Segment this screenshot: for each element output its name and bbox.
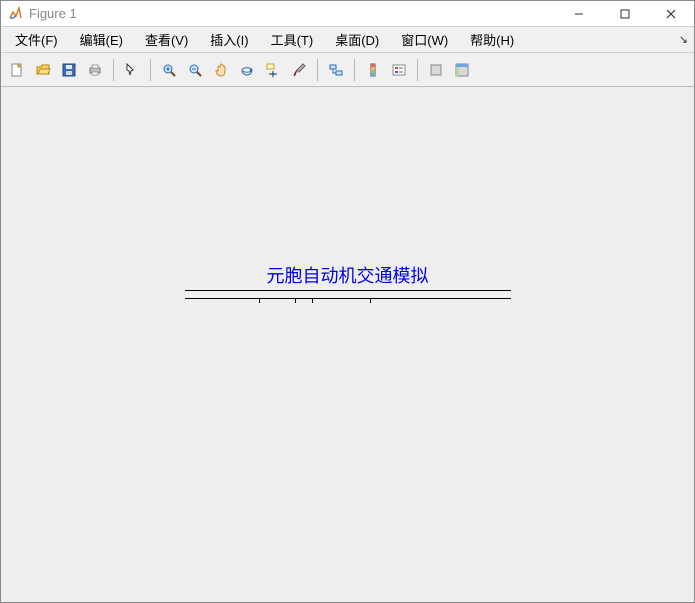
- lane-line-top: [185, 290, 511, 291]
- save-button[interactable]: [57, 58, 81, 82]
- edit-plot-button[interactable]: [120, 58, 144, 82]
- window-title: Figure 1: [29, 6, 77, 21]
- toolbar-separator: [354, 59, 355, 81]
- hide-tools-button[interactable]: [424, 58, 448, 82]
- figure-canvas[interactable]: 元胞自动机交通模拟: [1, 87, 694, 602]
- insert-colorbar-button[interactable]: [361, 58, 385, 82]
- tick-mark: [312, 299, 313, 303]
- pan-button[interactable]: [209, 58, 233, 82]
- menu-window[interactable]: 窗口(W): [391, 28, 458, 51]
- brush-button[interactable]: [287, 58, 311, 82]
- menu-tools[interactable]: 工具(T): [261, 28, 324, 51]
- menu-insert[interactable]: 插入(I): [200, 28, 258, 51]
- tick-mark: [295, 299, 296, 303]
- menu-view[interactable]: 查看(V): [135, 28, 198, 51]
- tick-mark: [259, 299, 260, 303]
- print-button[interactable]: [83, 58, 107, 82]
- titlebar: Figure 1: [1, 1, 694, 27]
- toolbar-collapse-icon[interactable]: ↘: [679, 33, 688, 46]
- minimize-button[interactable]: [556, 1, 602, 27]
- tick-mark: [370, 299, 371, 303]
- toolbar-separator: [150, 59, 151, 81]
- link-data-button[interactable]: [324, 58, 348, 82]
- road-lane: [185, 290, 511, 298]
- zoom-in-button[interactable]: [157, 58, 181, 82]
- matlab-icon: [7, 6, 23, 22]
- rotate-3d-button[interactable]: [235, 58, 259, 82]
- toolbar: [1, 53, 694, 87]
- zoom-out-button[interactable]: [183, 58, 207, 82]
- insert-legend-button[interactable]: [387, 58, 411, 82]
- menubar: 文件(F) 编辑(E) 查看(V) 插入(I) 工具(T) 桌面(D) 窗口(W…: [1, 27, 694, 53]
- menu-file[interactable]: 文件(F): [5, 28, 68, 51]
- chart-title: 元胞自动机交通模拟: [267, 262, 429, 288]
- maximize-button[interactable]: [602, 1, 648, 27]
- new-figure-button[interactable]: [5, 58, 29, 82]
- menu-edit[interactable]: 编辑(E): [70, 28, 133, 51]
- show-tools-button[interactable]: [450, 58, 474, 82]
- menu-help[interactable]: 帮助(H): [460, 28, 524, 51]
- toolbar-separator: [317, 59, 318, 81]
- open-button[interactable]: [31, 58, 55, 82]
- lane-ticks: [185, 299, 511, 303]
- data-cursor-button[interactable]: [261, 58, 285, 82]
- menu-desktop[interactable]: 桌面(D): [325, 28, 389, 51]
- figure-window: Figure 1 文件(F) 编辑(E) 查看(V) 插入(I) 工具(T) 桌…: [0, 0, 695, 603]
- close-button[interactable]: [648, 1, 694, 27]
- toolbar-separator: [113, 59, 114, 81]
- toolbar-separator: [417, 59, 418, 81]
